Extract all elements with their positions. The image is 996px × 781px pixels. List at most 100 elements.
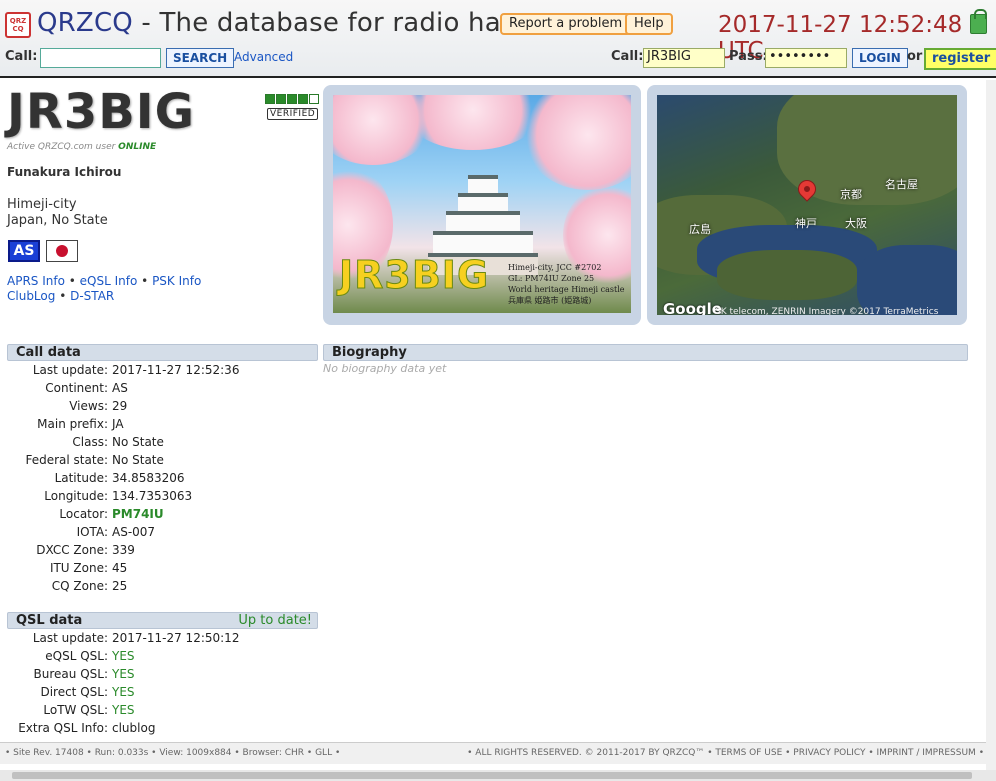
verification-square bbox=[298, 94, 308, 104]
biography-header: Biography bbox=[323, 344, 968, 361]
row-label: eQSL QSL: bbox=[45, 649, 108, 663]
row-label: Direct QSL: bbox=[40, 685, 108, 699]
login-button[interactable]: LOGIN bbox=[852, 48, 908, 68]
site-tagline: - The database for radio hams bbox=[132, 8, 541, 38]
row-value: No State bbox=[112, 453, 164, 467]
password-input[interactable]: •••••••• bbox=[765, 48, 847, 68]
callsign-title: JR3BIG bbox=[7, 84, 196, 140]
help-button[interactable]: Help bbox=[625, 13, 673, 35]
verification-square bbox=[287, 94, 297, 104]
psk-info-link[interactable]: PSK Info bbox=[152, 274, 201, 288]
qsl-card-frame: JR3BIG Himeji-city, JCC #2702 GL: PM74IU… bbox=[323, 85, 641, 325]
qsl-data-row: eQSL QSL: YES bbox=[0, 649, 320, 667]
map-city-hiroshima: 広島 bbox=[689, 223, 711, 236]
row-value: YES bbox=[112, 667, 135, 681]
location-map[interactable]: 広島 神戸 京都 大阪 名古屋 Google SK telecom, ZENRI… bbox=[657, 95, 957, 315]
map-city-osaka: 大阪 bbox=[845, 217, 867, 230]
map-city-kobe: 神戸 bbox=[795, 217, 817, 230]
register-button[interactable]: register bbox=[924, 48, 996, 70]
address-city: Himeji-city bbox=[7, 197, 77, 212]
vertical-scrollbar[interactable] bbox=[986, 80, 996, 770]
clublog-link[interactable]: ClubLog bbox=[7, 289, 55, 303]
qrzcq-logo[interactable]: QRZ CQ bbox=[5, 12, 31, 38]
call-data-row: CQ Zone: 25 bbox=[0, 579, 320, 597]
qsl-data-row: Direct QSL: YES bbox=[0, 685, 320, 703]
brand-name[interactable]: QRZCQ bbox=[37, 8, 133, 38]
qsl-card-line-2: GL: PM74IU Zone 25 bbox=[508, 274, 595, 283]
report-problem-button[interactable]: Report a problem bbox=[500, 13, 632, 35]
map-city-kyoto: 京都 bbox=[840, 188, 862, 201]
row-label: Bureau QSL: bbox=[33, 667, 108, 681]
call-data-row: DXCC Zone: 339 bbox=[0, 543, 320, 561]
japan-flag-icon[interactable] bbox=[46, 240, 78, 262]
call-data-row: Longitude: 134.7353063 bbox=[0, 489, 320, 507]
call-data-row: Latitude: 34.8583206 bbox=[0, 471, 320, 489]
row-value[interactable]: PM74IU bbox=[112, 507, 164, 521]
row-value: 2017-11-27 12:52:36 bbox=[112, 363, 240, 377]
row-label: Views: bbox=[69, 399, 108, 413]
call-data-row: ITU Zone: 45 bbox=[0, 561, 320, 579]
biography-empty: No biography data yet bbox=[323, 362, 447, 375]
aprs-info-link[interactable]: APRS Info bbox=[7, 274, 65, 288]
row-label: Class: bbox=[72, 435, 108, 449]
call-data-row: Last update: 2017-11-27 12:52:36 bbox=[0, 363, 320, 381]
row-value: AS-007 bbox=[112, 525, 156, 539]
qsl-data-title: QSL data bbox=[16, 613, 83, 628]
row-value: AS bbox=[112, 381, 128, 395]
qsl-card-line-4: 兵庫県 姫路市 (姫路城) bbox=[508, 296, 592, 305]
call-data-row: Locator: PM74IU bbox=[0, 507, 320, 525]
lock-icon[interactable] bbox=[970, 9, 987, 34]
biography-title: Biography bbox=[332, 345, 407, 360]
site-title: QRZCQ - The database for radio hams bbox=[37, 8, 540, 38]
horizontal-scrollbar[interactable] bbox=[0, 770, 996, 781]
search-button[interactable]: SEARCH bbox=[166, 48, 235, 68]
continent-badge[interactable]: AS bbox=[8, 240, 40, 262]
qsl-data-row: Bureau QSL: YES bbox=[0, 667, 320, 685]
dstar-link[interactable]: D-STAR bbox=[70, 289, 114, 303]
row-value: 34.8583206 bbox=[112, 471, 185, 485]
call-data-row: Class: No State bbox=[0, 435, 320, 453]
row-label: Main prefix: bbox=[37, 417, 108, 431]
row-value: 2017-11-27 12:50:12 bbox=[112, 631, 240, 645]
qsl-card-line-1: Himeji-city, JCC #2702 bbox=[508, 263, 602, 272]
footer-site-info: • Site Rev. 17408 • Run: 0.033s • View: … bbox=[5, 748, 341, 758]
row-value: 339 bbox=[112, 543, 135, 557]
search-input[interactable] bbox=[40, 48, 161, 68]
qsl-data-row: Last update: 2017-11-27 12:50:12 bbox=[0, 631, 320, 649]
qsl-data-row: Extra QSL Info: clublog bbox=[0, 721, 320, 739]
qsl-card-image[interactable]: JR3BIG Himeji-city, JCC #2702 GL: PM74IU… bbox=[333, 95, 631, 313]
call-data-title: Call data bbox=[16, 345, 81, 360]
row-value: YES bbox=[112, 685, 135, 699]
eqsl-info-link[interactable]: eQSL Info bbox=[80, 274, 138, 288]
row-value: 25 bbox=[112, 579, 128, 593]
call-data-row: Views: 29 bbox=[0, 399, 320, 417]
row-label: Longitude: bbox=[44, 489, 108, 503]
login-call-input[interactable]: JR3BIG bbox=[643, 48, 725, 68]
row-label: Federal state: bbox=[25, 453, 108, 467]
row-label: Latitude: bbox=[54, 471, 108, 485]
active-user-status: Active QRZCQ.com user ONLINE bbox=[7, 142, 156, 152]
google-logo[interactable]: Google bbox=[663, 300, 722, 315]
row-label: CQ Zone: bbox=[51, 579, 108, 593]
site-footer: • Site Rev. 17408 • Run: 0.033s • View: … bbox=[0, 742, 996, 764]
active-user-prefix: Active QRZCQ.com user bbox=[7, 142, 119, 152]
advanced-search-link[interactable]: Advanced bbox=[234, 50, 293, 64]
row-value: 45 bbox=[112, 561, 128, 575]
row-label: Locator: bbox=[59, 507, 108, 521]
row-value: YES bbox=[112, 649, 135, 663]
call-data-row: Main prefix: JA bbox=[0, 417, 320, 435]
map-city-nagoya: 名古屋 bbox=[885, 178, 918, 191]
row-value: 29 bbox=[112, 399, 128, 413]
site-header: QRZ CQ QRZCQ - The database for radio ha… bbox=[0, 0, 996, 78]
call-data-header: Call data bbox=[7, 344, 318, 361]
verification-square bbox=[265, 94, 275, 104]
info-links-row-1: APRS Info • eQSL Info • PSK Info bbox=[7, 274, 202, 288]
scrollbar-thumb[interactable] bbox=[12, 772, 972, 779]
password-label: Pass: bbox=[729, 49, 768, 64]
verification-square bbox=[276, 94, 286, 104]
row-value: No State bbox=[112, 435, 164, 449]
verification-square bbox=[309, 94, 319, 104]
operator-name: Funakura Ichirou bbox=[7, 165, 122, 179]
qsl-card-callsign: JR3BIG bbox=[338, 253, 490, 298]
footer-legal-links[interactable]: • ALL RIGHTS RESERVED. © 2011-2017 BY QR… bbox=[467, 748, 984, 758]
